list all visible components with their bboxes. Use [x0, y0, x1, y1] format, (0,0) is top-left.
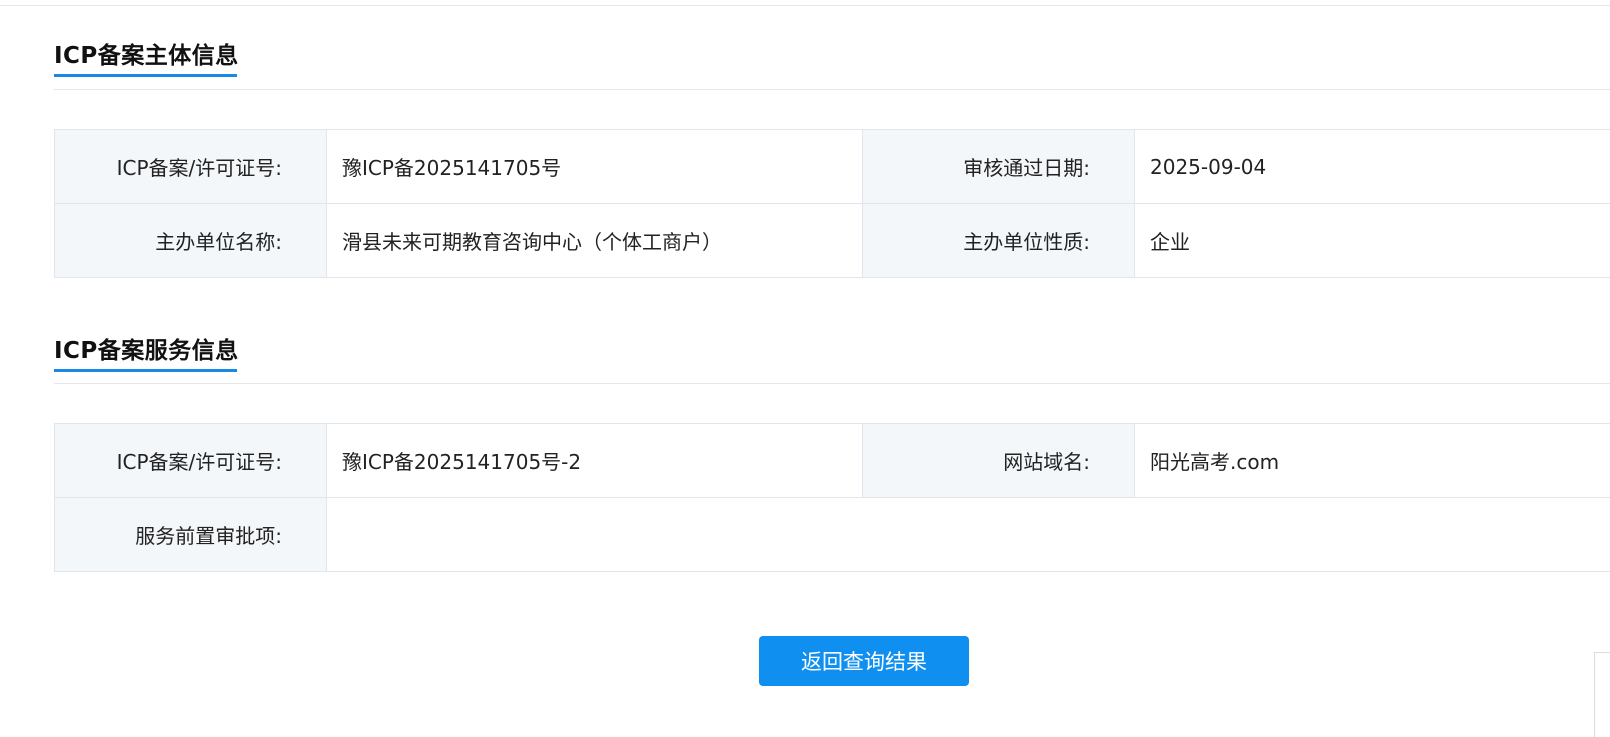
corner-widget-edge — [1594, 652, 1610, 737]
website-domain-label: 网站域名: — [863, 424, 1135, 498]
table-row: ICP备案/许可证号: 豫ICP备2025141705号-2 网站域名: 阳光高… — [55, 424, 1610, 498]
service-info-table: ICP备案/许可证号: 豫ICP备2025141705号-2 网站域名: 阳光高… — [54, 423, 1610, 572]
approval-date-value: 2025-09-04 — [1135, 130, 1610, 204]
pre-approval-value — [327, 498, 1610, 572]
icp-license-value: 豫ICP备2025141705号 — [327, 130, 863, 204]
subject-info-table: ICP备案/许可证号: 豫ICP备2025141705号 审核通过日期: 202… — [54, 129, 1610, 278]
service-title-underline — [54, 369, 237, 372]
service-icp-license-value: 豫ICP备2025141705号-2 — [327, 424, 863, 498]
table-row: 服务前置审批项: — [55, 498, 1610, 572]
subject-title-underline — [54, 74, 237, 77]
service-section-title: ICP备案服务信息 — [54, 331, 239, 365]
pre-approval-label: 服务前置审批项: — [55, 498, 327, 572]
return-to-results-button[interactable]: 返回查询结果 — [759, 636, 969, 686]
sponsor-name-label: 主办单位名称: — [55, 204, 327, 278]
icp-license-label: ICP备案/许可证号: — [55, 130, 327, 204]
table-row: ICP备案/许可证号: 豫ICP备2025141705号 审核通过日期: 202… — [55, 130, 1610, 204]
subject-section-title: ICP备案主体信息 — [54, 36, 239, 70]
sponsor-name-value: 滑县未来可期教育咨询中心（个体工商户） — [327, 204, 863, 278]
approval-date-label: 审核通过日期: — [863, 130, 1135, 204]
website-domain-value: 阳光高考.com — [1135, 424, 1610, 498]
table-row: 主办单位名称: 滑县未来可期教育咨询中心（个体工商户） 主办单位性质: 企业 — [55, 204, 1610, 278]
service-icp-license-label: ICP备案/许可证号: — [55, 424, 327, 498]
top-divider — [0, 5, 1610, 6]
sponsor-nature-label: 主办单位性质: — [863, 204, 1135, 278]
subject-section-rule — [54, 89, 1610, 90]
service-section-rule — [54, 383, 1610, 384]
sponsor-nature-value: 企业 — [1135, 204, 1610, 278]
